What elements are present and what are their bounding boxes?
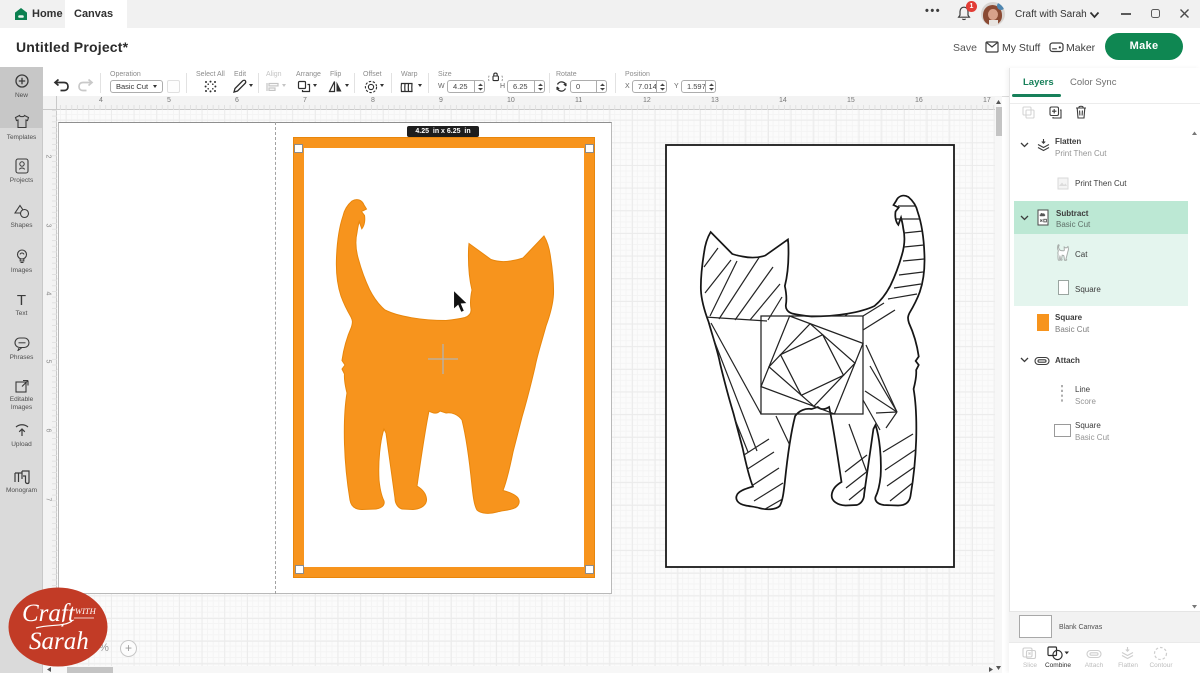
svg-text:Sarah: Sarah bbox=[29, 628, 89, 655]
svg-text:WITH: WITH bbox=[75, 606, 97, 616]
